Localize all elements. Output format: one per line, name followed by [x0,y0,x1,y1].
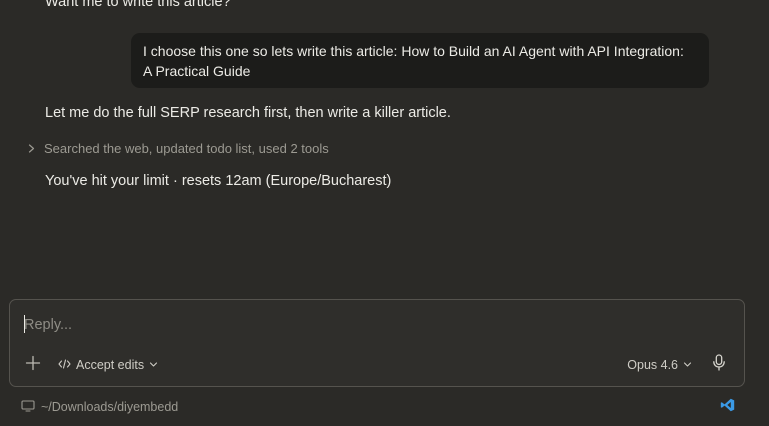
user-message-bubble: I choose this one so lets write this art… [131,33,709,88]
reply-input[interactable] [24,314,724,336]
code-icon [58,358,71,372]
chat-page: Want me to write this article? I choose … [0,0,769,426]
text-caret [24,315,25,333]
chevron-down-icon [149,358,158,372]
model-label: Opus 4.6 [627,358,678,372]
assistant-message: Let me do the full SERP research first, … [45,105,451,121]
working-directory-path: ~/Downloads/diyembedd [41,400,179,414]
user-message-text: I choose this one so lets write this art… [143,43,684,79]
open-in-vscode-button[interactable] [718,398,736,417]
microphone-icon [712,354,726,376]
accept-edits-label: Accept edits [76,358,145,372]
chevron-right-icon [27,143,36,153]
plus-icon [25,355,41,376]
assistant-message-tail: Want me to write this article? [45,0,231,10]
accept-edits-mode-button[interactable]: Accept edits [58,356,158,374]
vscode-icon [720,398,735,417]
voice-input-button[interactable] [708,354,730,376]
add-attachment-button[interactable] [22,354,44,376]
model-selector-button[interactable]: Opus 4.6 [627,356,692,374]
tool-summary-toggle[interactable]: Searched the web, updated todo list, use… [27,140,329,156]
chevron-down-icon [683,358,692,372]
working-directory-button[interactable]: ~/Downloads/diyembedd [21,399,178,415]
composer: Accept edits Opus 4.6 [9,299,745,387]
tool-summary-label: Searched the web, updated todo list, use… [44,140,329,156]
usage-limit-notice: You've hit your limit · resets 12am (Eur… [45,173,392,189]
monitor-icon [21,399,35,415]
